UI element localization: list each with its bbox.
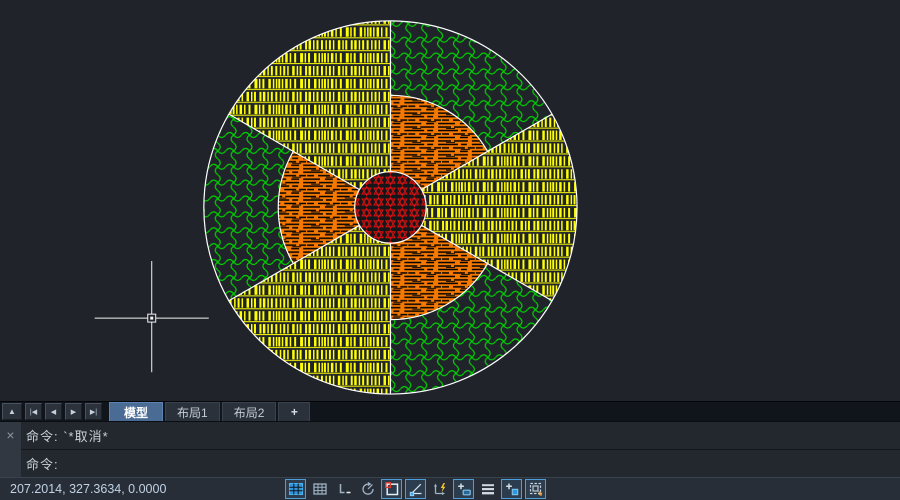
quick-properties-icon[interactable] <box>453 479 474 499</box>
annotation-scale-sync-icon[interactable] <box>525 479 546 499</box>
lineweight-icon[interactable] <box>477 479 498 499</box>
command-input-line[interactable]: 命令: <box>21 450 900 477</box>
object-snap-tracking-icon[interactable] <box>405 479 426 499</box>
command-window: × 命令: `*取消* 命令: <box>0 421 900 477</box>
cad-window: ▲ |◀ ◀ ▶ ▶| 模型 布局1 布局2 + × 命令: `*取消* 命令:… <box>0 0 900 500</box>
layout-tabs: 模型 布局1 布局2 + <box>109 402 312 421</box>
polar-tracking-icon[interactable] <box>357 479 378 499</box>
command-history: 命令: `*取消* 命令: <box>21 422 900 477</box>
layout-tab-bar: ▲ |◀ ◀ ▶ ▶| 模型 布局1 布局2 + <box>0 401 900 421</box>
object-snap-icon[interactable] <box>381 479 402 499</box>
tab-menu-up-icon[interactable]: ▲ <box>2 403 22 420</box>
tab-layout2[interactable]: 布局2 <box>222 402 277 421</box>
command-history-line: 命令: `*取消* <box>21 422 900 450</box>
command-close-icon[interactable]: × <box>6 427 14 443</box>
status-toggles <box>285 478 549 500</box>
add-layout-button[interactable]: + <box>278 402 310 421</box>
drawing-canvas[interactable] <box>0 0 900 401</box>
tab-scroll-next-icon[interactable]: ▶ <box>65 403 82 420</box>
dynamic-input-icon[interactable] <box>429 479 450 499</box>
ortho-icon[interactable] <box>333 479 354 499</box>
tab-scroll-last-icon[interactable]: ▶| <box>85 403 102 420</box>
tab-layout1[interactable]: 布局1 <box>165 402 220 421</box>
coordinates-readout[interactable]: 207.2014, 327.3634, 0.0000 <box>10 478 166 500</box>
grid-icon[interactable] <box>285 479 306 499</box>
snap-icon[interactable] <box>309 479 330 499</box>
add-annotation-scales-icon[interactable] <box>501 479 522 499</box>
tab-model[interactable]: 模型 <box>109 402 163 421</box>
tab-scroll-prev-icon[interactable]: ◀ <box>45 403 62 420</box>
status-bar: 207.2014, 327.3634, 0.0000 <box>0 477 900 500</box>
crosshair-cursor <box>95 261 209 372</box>
command-window-grip[interactable]: × <box>0 422 21 477</box>
tab-scroll-first-icon[interactable]: |◀ <box>25 403 42 420</box>
